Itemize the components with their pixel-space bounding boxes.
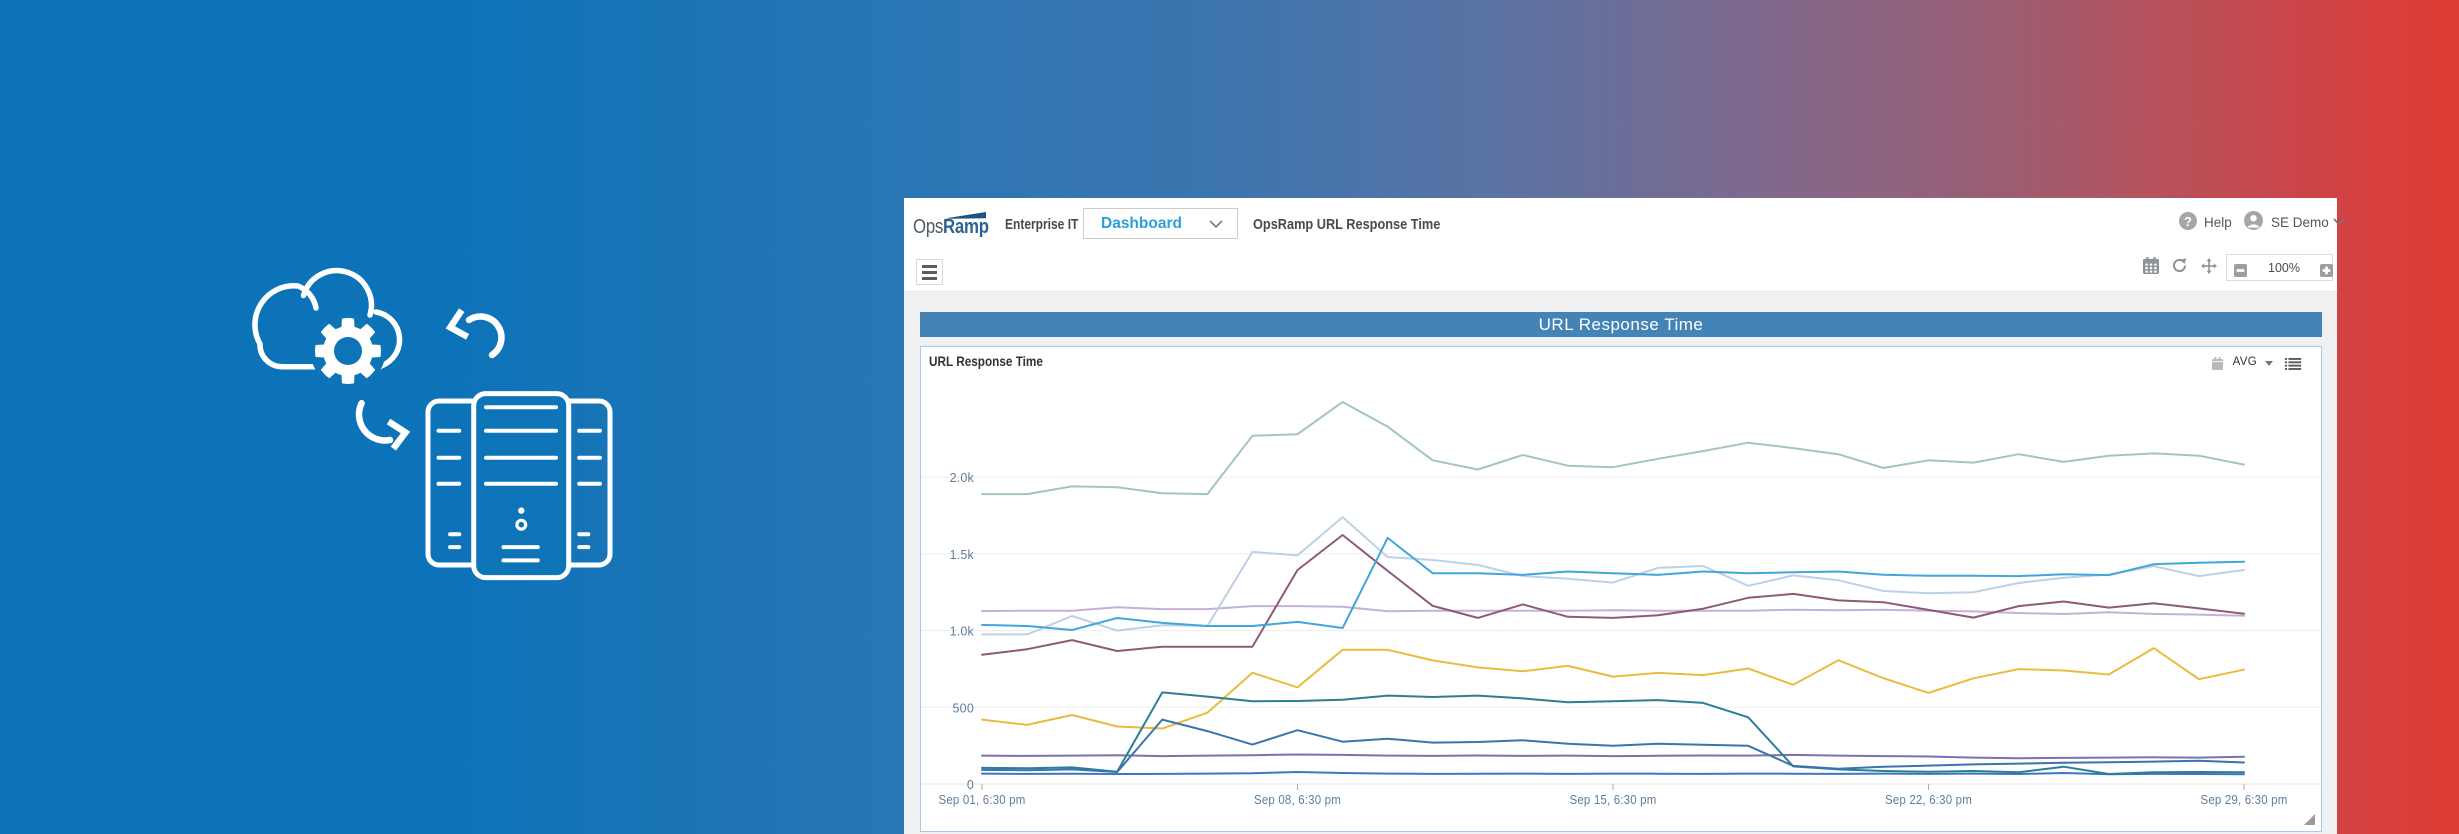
svg-text:2.0k: 2.0k xyxy=(950,471,975,485)
svg-text:Sep 08, 6:30 pm: Sep 08, 6:30 pm xyxy=(1254,793,1341,807)
svg-text:1.0k: 1.0k xyxy=(950,625,975,639)
svg-text:0: 0 xyxy=(967,778,974,792)
svg-text:Sep 01, 6:30 pm: Sep 01, 6:30 pm xyxy=(939,793,1026,807)
svg-text:Sep 22, 6:30 pm: Sep 22, 6:30 pm xyxy=(1885,793,1972,807)
svg-text:Sep 15, 6:30 pm: Sep 15, 6:30 pm xyxy=(1570,793,1657,807)
svg-text:1.5k: 1.5k xyxy=(950,548,975,562)
svg-text:Sep 29, 6:30 pm: Sep 29, 6:30 pm xyxy=(2201,793,2288,807)
svg-text:500: 500 xyxy=(953,701,974,715)
